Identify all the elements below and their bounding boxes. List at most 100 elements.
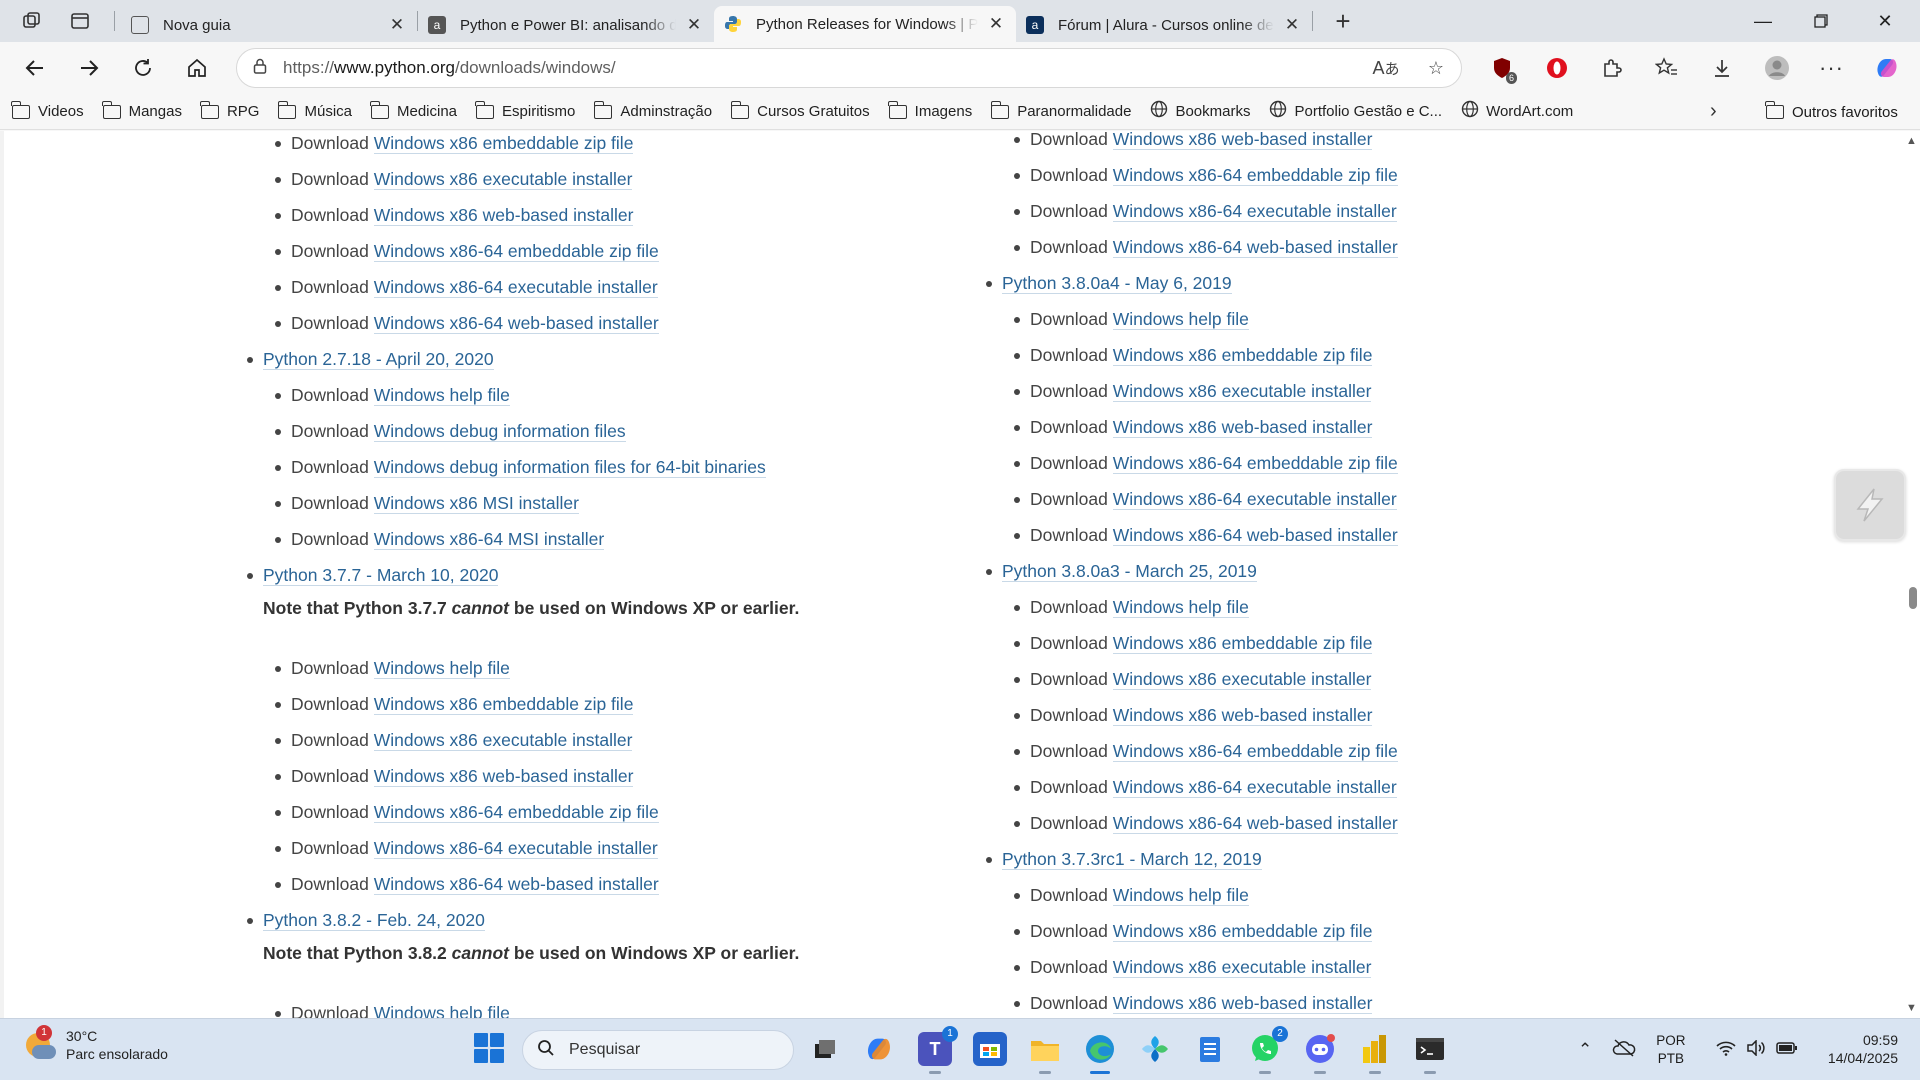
download-link[interactable]: Windows x86 embeddable zip file (1112, 345, 1373, 366)
download-link[interactable]: Windows x86 web-based installer (1112, 131, 1373, 150)
clock[interactable]: 09:59 14/04/2025 (1828, 1031, 1898, 1067)
download-link[interactable]: Windows x86-64 MSI installer (373, 529, 605, 550)
bookmark-item[interactable]: Paranormalidade (990, 100, 1131, 120)
close-icon[interactable]: ✕ (986, 14, 1006, 34)
download-link[interactable]: Windows x86-64 web-based installer (1112, 237, 1398, 258)
url-text[interactable]: https://www.python.org/downloads/windows… (283, 58, 1361, 78)
download-link[interactable]: Windows x86-64 embeddable zip file (1112, 741, 1398, 762)
download-link[interactable]: Windows x86 embeddable zip file (373, 694, 634, 715)
language-indicator[interactable]: POR PTB (1656, 1032, 1685, 1068)
terminal-icon[interactable] (1413, 1032, 1447, 1074)
download-link[interactable]: Windows x86-64 embeddable zip file (373, 802, 659, 823)
bookmark-item[interactable]: Adminstração (593, 100, 712, 120)
download-link[interactable]: Windows x86-64 embeddable zip file (1112, 165, 1398, 186)
bookmark-item[interactable]: Medicina (370, 100, 457, 120)
download-link[interactable]: Windows x86 web-based installer (1112, 417, 1373, 438)
release-link[interactable]: Python 3.8.2 - Feb. 24, 2020 (263, 910, 485, 931)
discord-icon[interactable] (1303, 1032, 1337, 1074)
forward-icon[interactable] (62, 48, 116, 88)
copilot-icon[interactable] (1859, 48, 1914, 88)
bookmark-item[interactable]: Imagens (888, 100, 972, 120)
photos-icon[interactable] (1138, 1032, 1172, 1066)
download-link[interactable]: Windows x86-64 web-based installer (373, 874, 659, 895)
download-link[interactable]: Windows x86 executable installer (1112, 381, 1372, 402)
favorite-star-icon[interactable]: ☆ (1411, 58, 1461, 79)
start-button[interactable] (474, 1033, 504, 1063)
profile-avatar[interactable] (1749, 48, 1804, 88)
bookmark-item[interactable]: Bookmarks (1150, 100, 1250, 123)
download-link[interactable]: Windows x86 executable installer (1112, 669, 1372, 690)
notepad-icon[interactable] (1193, 1032, 1227, 1066)
chevron-right-icon[interactable]: › (1710, 100, 1717, 123)
home-icon[interactable] (170, 48, 224, 88)
release-link[interactable]: Python 3.8.0a3 - March 25, 2019 (1002, 561, 1257, 582)
power-bi-icon[interactable] (1358, 1032, 1392, 1074)
tab-alura-python-powerbi[interactable]: a Python e Power BI: analisando dados ✕ (418, 8, 714, 42)
minimize-icon[interactable]: — (1734, 0, 1792, 42)
store-icon[interactable] (973, 1032, 1007, 1066)
download-link[interactable]: Windows x86 MSI installer (373, 493, 579, 514)
download-link[interactable]: Windows x86 executable installer (373, 169, 633, 190)
wifi-icon[interactable] (1715, 1040, 1736, 1061)
bookmark-item[interactable]: Portfolio Gestão e C... (1269, 100, 1442, 123)
workspaces-icon[interactable] (14, 3, 50, 39)
download-link[interactable]: Windows x86-64 executable installer (1112, 489, 1397, 510)
vertical-tabs-icon[interactable] (62, 3, 98, 39)
download-link[interactable]: Windows x86-64 executable installer (373, 277, 658, 298)
download-link[interactable]: Windows x86 web-based installer (373, 766, 634, 787)
release-link[interactable]: Python 2.7.18 - April 20, 2020 (263, 349, 494, 370)
bookmark-item[interactable]: Espiritismo (475, 100, 575, 120)
download-link[interactable]: Windows help file (1112, 885, 1249, 906)
volume-icon[interactable] (1746, 1038, 1766, 1061)
download-link[interactable]: Windows x86 web-based installer (1112, 705, 1373, 726)
release-link[interactable]: Python 3.8.0a4 - May 6, 2019 (1002, 273, 1232, 294)
tab-nova-guia[interactable]: Nova guia ✕ (121, 8, 417, 42)
page-scrollbar[interactable]: ▲ ▼ (1904, 131, 1920, 1018)
task-view-icon[interactable] (808, 1032, 842, 1066)
extensions-puzzle-icon[interactable] (1584, 48, 1639, 88)
download-link[interactable]: Windows debug information files (373, 421, 626, 442)
opera-extension-icon[interactable] (1529, 48, 1584, 88)
lock-icon[interactable] (237, 58, 283, 79)
settings-more-icon[interactable]: ··· (1804, 48, 1859, 88)
close-icon[interactable]: ✕ (1282, 15, 1302, 35)
file-explorer-icon[interactable] (1028, 1032, 1062, 1074)
scroll-down-icon[interactable]: ▼ (1906, 1002, 1917, 1014)
download-link[interactable]: Windows x86-64 embeddable zip file (1112, 453, 1398, 474)
address-bar[interactable]: https://www.python.org/downloads/windows… (236, 48, 1462, 88)
download-link[interactable]: Windows x86 embeddable zip file (1112, 633, 1373, 654)
scroll-up-icon[interactable]: ▲ (1906, 135, 1917, 147)
download-link[interactable]: Windows help file (373, 1003, 510, 1018)
download-link[interactable]: Windows x86-64 embeddable zip file (373, 241, 659, 262)
download-link[interactable]: Windows x86-64 web-based installer (373, 313, 659, 334)
download-link[interactable]: Windows help file (1112, 597, 1249, 618)
download-link[interactable]: Windows x86 embeddable zip file (373, 133, 634, 154)
download-link[interactable]: Windows x86-64 web-based installer (1112, 813, 1398, 834)
refresh-icon[interactable] (116, 48, 170, 88)
download-link[interactable]: Windows x86-64 web-based installer (1112, 525, 1398, 546)
whatsapp-icon[interactable]: 2 (1248, 1026, 1288, 1074)
restore-icon[interactable] (1792, 0, 1850, 42)
close-window-icon[interactable]: ✕ (1850, 0, 1920, 42)
back-icon[interactable] (8, 48, 62, 88)
release-link[interactable]: Python 3.7.7 - March 10, 2020 (263, 565, 499, 586)
download-link[interactable]: Windows help file (373, 658, 510, 679)
tab-python-releases[interactable]: Python Releases for Windows | Python.org… (714, 6, 1016, 42)
bookmark-other-favorites[interactable]: Outros favoritos (1765, 94, 1898, 130)
download-link[interactable]: Windows x86 web-based installer (1112, 993, 1373, 1014)
floating-widget-button[interactable] (1834, 469, 1906, 541)
download-link[interactable]: Windows x86 executable installer (373, 730, 633, 751)
bookmark-item[interactable]: Mangas (101, 100, 182, 120)
download-link[interactable]: Windows x86-64 executable installer (1112, 777, 1397, 798)
release-link[interactable]: Python 3.7.3rc1 - March 12, 2019 (1002, 849, 1262, 870)
bookmark-item[interactable]: Videos (11, 100, 84, 120)
teams-icon[interactable]: T1 (918, 1026, 958, 1074)
download-link[interactable]: Windows x86 embeddable zip file (1112, 921, 1373, 942)
download-link[interactable]: Windows help file (373, 385, 510, 406)
bookmark-item[interactable]: Música (277, 100, 352, 120)
weather-widget[interactable]: 1 30°C Parc ensolarado (24, 1025, 168, 1063)
download-link[interactable]: Windows help file (1112, 309, 1249, 330)
read-aloud-icon[interactable]: Aあ (1361, 58, 1411, 79)
copilot-icon[interactable] (862, 1032, 896, 1066)
download-link[interactable]: Windows x86-64 executable installer (373, 838, 658, 859)
